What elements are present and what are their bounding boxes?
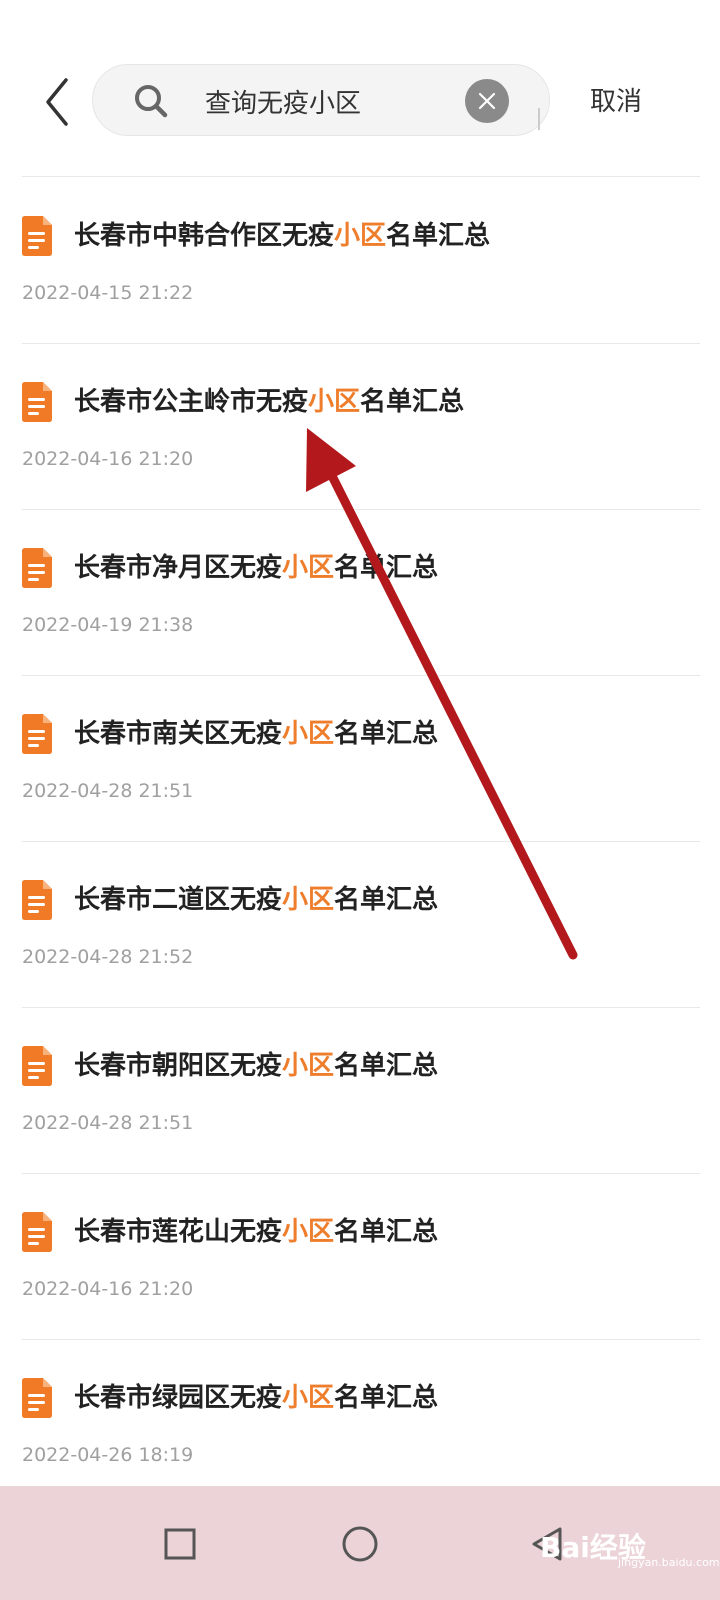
result-date: 2022-04-16 21:20 [22,1278,194,1300]
title-highlight: 小区 [282,1383,335,1413]
document-icon [22,548,52,588]
title-prefix: 长春市莲花山无疫 [74,1217,283,1247]
baidu-jingyan-watermark: Bai经验 jingyan.baidu.com [540,1524,720,1574]
title-suffix: 名单汇总 [334,885,439,915]
result-title[interactable]: 长春市莲花山无疫小区名单汇总 [74,1212,438,1252]
search-icon [135,85,168,118]
result-title[interactable]: 长春市公主岭市无疫小区名单汇总 [74,382,464,422]
result-title[interactable]: 长春市朝阳区无疫小区名单汇总 [74,1046,438,1086]
result-item[interactable]: 长春市朝阳区无疫小区名单汇总 2022-04-28 21:51 [22,1008,700,1174]
title-prefix: 长春市中韩合作区无疫 [74,221,335,251]
title-highlight: 小区 [282,1051,335,1081]
title-prefix: 长春市绿园区无疫 [74,1383,283,1413]
title-highlight: 小区 [282,1217,335,1247]
chevron-left-icon [46,78,68,126]
result-date: 2022-04-28 21:52 [22,946,194,968]
title-prefix: 长春市二道区无疫 [74,885,283,915]
document-icon [22,1046,52,1086]
title-highlight: 小区 [282,719,335,749]
title-prefix: 长春市净月区无疫 [74,553,283,583]
title-prefix: 长春市公主岭市无疫 [74,387,309,417]
result-title[interactable]: 长春市二道区无疫小区名单汇总 [74,880,438,920]
recent-apps-button[interactable] [150,1514,210,1574]
title-suffix: 名单汇总 [334,553,439,583]
document-icon [22,1212,52,1252]
title-highlight: 小区 [282,885,335,915]
search-box[interactable] [92,64,550,136]
result-date: 2022-04-16 21:20 [22,448,194,470]
document-icon [22,714,52,754]
close-icon [478,92,496,110]
status-bar [0,0,720,40]
result-item[interactable]: 长春市绿园区无疫小区名单汇总 2022-04-26 18:19 [22,1340,700,1506]
result-title[interactable]: 长春市净月区无疫小区名单汇总 [74,548,438,588]
result-date: 2022-04-28 21:51 [22,780,194,802]
result-item[interactable]: 长春市二道区无疫小区名单汇总 2022-04-28 21:52 [22,842,700,1008]
document-icon [22,880,52,920]
search-input[interactable] [205,75,445,127]
title-highlight: 小区 [282,553,335,583]
result-item[interactable]: 长春市南关区无疫小区名单汇总 2022-04-28 21:51 [22,676,700,842]
result-date: 2022-04-28 21:51 [22,1112,194,1134]
result-list: 长春市中韩合作区无疫小区名单汇总 2022-04-15 21:22 长春市公主岭… [0,178,720,1506]
result-item[interactable]: 长春市净月区无疫小区名单汇总 2022-04-19 21:38 [22,510,700,676]
title-prefix: 长春市南关区无疫 [74,719,283,749]
circle-icon [342,1526,378,1562]
result-item[interactable]: 长春市莲花山无疫小区名单汇总 2022-04-16 21:20 [22,1174,700,1340]
search-header: 取消 [0,40,720,180]
clear-search-button[interactable] [465,79,509,123]
result-date: 2022-04-15 21:22 [22,282,194,304]
text-cursor [538,108,540,130]
title-suffix: 名单汇总 [334,1383,439,1413]
result-date: 2022-04-26 18:19 [22,1444,194,1466]
title-highlight: 小区 [334,221,387,251]
document-icon [22,1378,52,1418]
title-suffix: 名单汇总 [360,387,465,417]
title-suffix: 名单汇总 [334,1217,439,1247]
result-date: 2022-04-19 21:38 [22,614,194,636]
home-button[interactable] [330,1514,390,1574]
result-item[interactable]: 长春市公主岭市无疫小区名单汇总 2022-04-16 21:20 [22,344,700,510]
watermark-url: jingyan.baidu.com [618,1556,720,1569]
document-icon [22,216,52,256]
cancel-button[interactable]: 取消 [590,80,642,124]
square-icon [164,1528,196,1560]
result-title[interactable]: 长春市南关区无疫小区名单汇总 [74,714,438,754]
result-item[interactable]: 长春市中韩合作区无疫小区名单汇总 2022-04-15 21:22 [22,178,700,344]
divider [22,176,700,177]
result-title[interactable]: 长春市绿园区无疫小区名单汇总 [74,1378,438,1418]
title-suffix: 名单汇总 [334,719,439,749]
title-suffix: 名单汇总 [386,221,491,251]
title-prefix: 长春市朝阳区无疫 [74,1051,283,1081]
result-title[interactable]: 长春市中韩合作区无疫小区名单汇总 [74,216,490,256]
title-suffix: 名单汇总 [334,1051,439,1081]
back-button[interactable] [38,74,78,130]
document-icon [22,382,52,422]
title-highlight: 小区 [308,387,361,417]
